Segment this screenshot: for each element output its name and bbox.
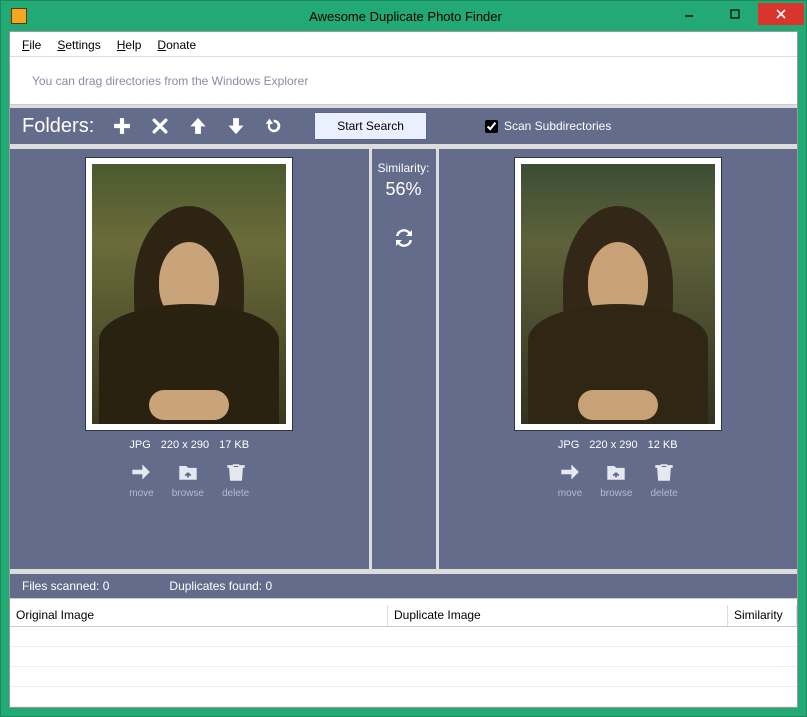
right-browse-button[interactable]: browse <box>600 461 632 499</box>
folder-up-icon <box>605 461 627 486</box>
maximize-button[interactable] <box>712 3 758 25</box>
right-delete-button[interactable]: delete <box>650 461 677 499</box>
drop-area[interactable]: You can drag directories from the Window… <box>10 57 797 105</box>
menu-settings[interactable]: Settings <box>51 36 106 54</box>
move-down-button[interactable] <box>222 112 250 140</box>
menu-file[interactable]: File <box>16 36 47 54</box>
stats-bar: Files scanned: 0 Duplicates found: 0 <box>10 571 797 599</box>
move-up-button[interactable] <box>184 112 212 140</box>
right-move-button[interactable]: move <box>558 461 582 499</box>
left-size: 17 KB <box>219 439 249 451</box>
compare-area: JPG 220 x 290 17 KB move browse <box>10 147 797 571</box>
folder-up-icon <box>177 461 199 486</box>
column-similarity[interactable]: Similarity <box>728 605 797 626</box>
left-dimensions: 220 x 290 <box>161 439 209 451</box>
similarity-panel: Similarity: 56% <box>369 149 439 569</box>
menu-help[interactable]: Help <box>111 36 148 54</box>
right-image-frame[interactable] <box>514 157 722 431</box>
swap-button[interactable] <box>392 226 416 253</box>
arrow-right-icon <box>130 461 152 486</box>
table-row <box>10 667 797 687</box>
left-actions: move browse delete <box>129 461 249 499</box>
left-pane: JPG 220 x 290 17 KB move browse <box>10 149 369 569</box>
left-image-frame[interactable] <box>85 157 293 431</box>
table-row <box>10 627 797 647</box>
column-duplicate[interactable]: Duplicate Image <box>388 605 728 626</box>
right-size: 12 KB <box>648 439 678 451</box>
scan-subdirectories-checkbox[interactable]: Scan Subdirectories <box>485 119 611 133</box>
right-dimensions: 220 x 290 <box>589 439 637 451</box>
menubar: File Settings Help Donate <box>10 32 797 57</box>
close-button[interactable] <box>758 3 804 25</box>
left-browse-button[interactable]: browse <box>172 461 204 499</box>
refresh-icon <box>392 226 416 250</box>
app-window: Awesome Duplicate Photo Finder File Sett… <box>0 0 807 717</box>
trash-icon <box>653 461 675 486</box>
trash-icon <box>225 461 247 486</box>
right-actions: move browse delete <box>558 461 678 499</box>
similarity-label: Similarity: <box>377 161 429 175</box>
folders-label: Folders: <box>22 115 94 138</box>
column-original[interactable]: Original Image <box>10 605 388 626</box>
right-image <box>521 164 715 424</box>
results-list[interactable] <box>10 627 797 707</box>
scan-subdirectories-label: Scan Subdirectories <box>504 119 611 133</box>
files-scanned: Files scanned: 0 <box>22 579 109 593</box>
reset-button[interactable] <box>260 112 288 140</box>
menu-donate[interactable]: Donate <box>151 36 202 54</box>
results-header: Original Image Duplicate Image Similarit… <box>10 605 797 627</box>
duplicates-found: Duplicates found: 0 <box>169 579 272 593</box>
add-folder-button[interactable] <box>108 112 136 140</box>
right-pane: JPG 220 x 290 12 KB move browse <box>439 149 798 569</box>
folders-toolbar: Folders: Start Search Scan Subdirectorie… <box>10 105 797 147</box>
table-row <box>10 647 797 667</box>
right-image-meta: JPG 220 x 290 12 KB <box>558 439 678 451</box>
scan-subdirectories-input[interactable] <box>485 120 498 133</box>
left-format: JPG <box>129 439 150 451</box>
table-row <box>10 687 797 707</box>
arrow-right-icon <box>559 461 581 486</box>
window-controls <box>666 3 804 25</box>
left-move-button[interactable]: move <box>129 461 153 499</box>
minimize-button[interactable] <box>666 3 712 25</box>
left-image-meta: JPG 220 x 290 17 KB <box>129 439 249 451</box>
start-search-button[interactable]: Start Search <box>314 112 427 140</box>
drop-hint: You can drag directories from the Window… <box>32 74 308 88</box>
similarity-value: 56% <box>385 179 421 200</box>
left-image <box>92 164 286 424</box>
titlebar[interactable]: Awesome Duplicate Photo Finder <box>1 1 806 31</box>
right-format: JPG <box>558 439 579 451</box>
remove-folder-button[interactable] <box>146 112 174 140</box>
left-delete-button[interactable]: delete <box>222 461 249 499</box>
client-area: File Settings Help Donate You can drag d… <box>9 31 798 708</box>
